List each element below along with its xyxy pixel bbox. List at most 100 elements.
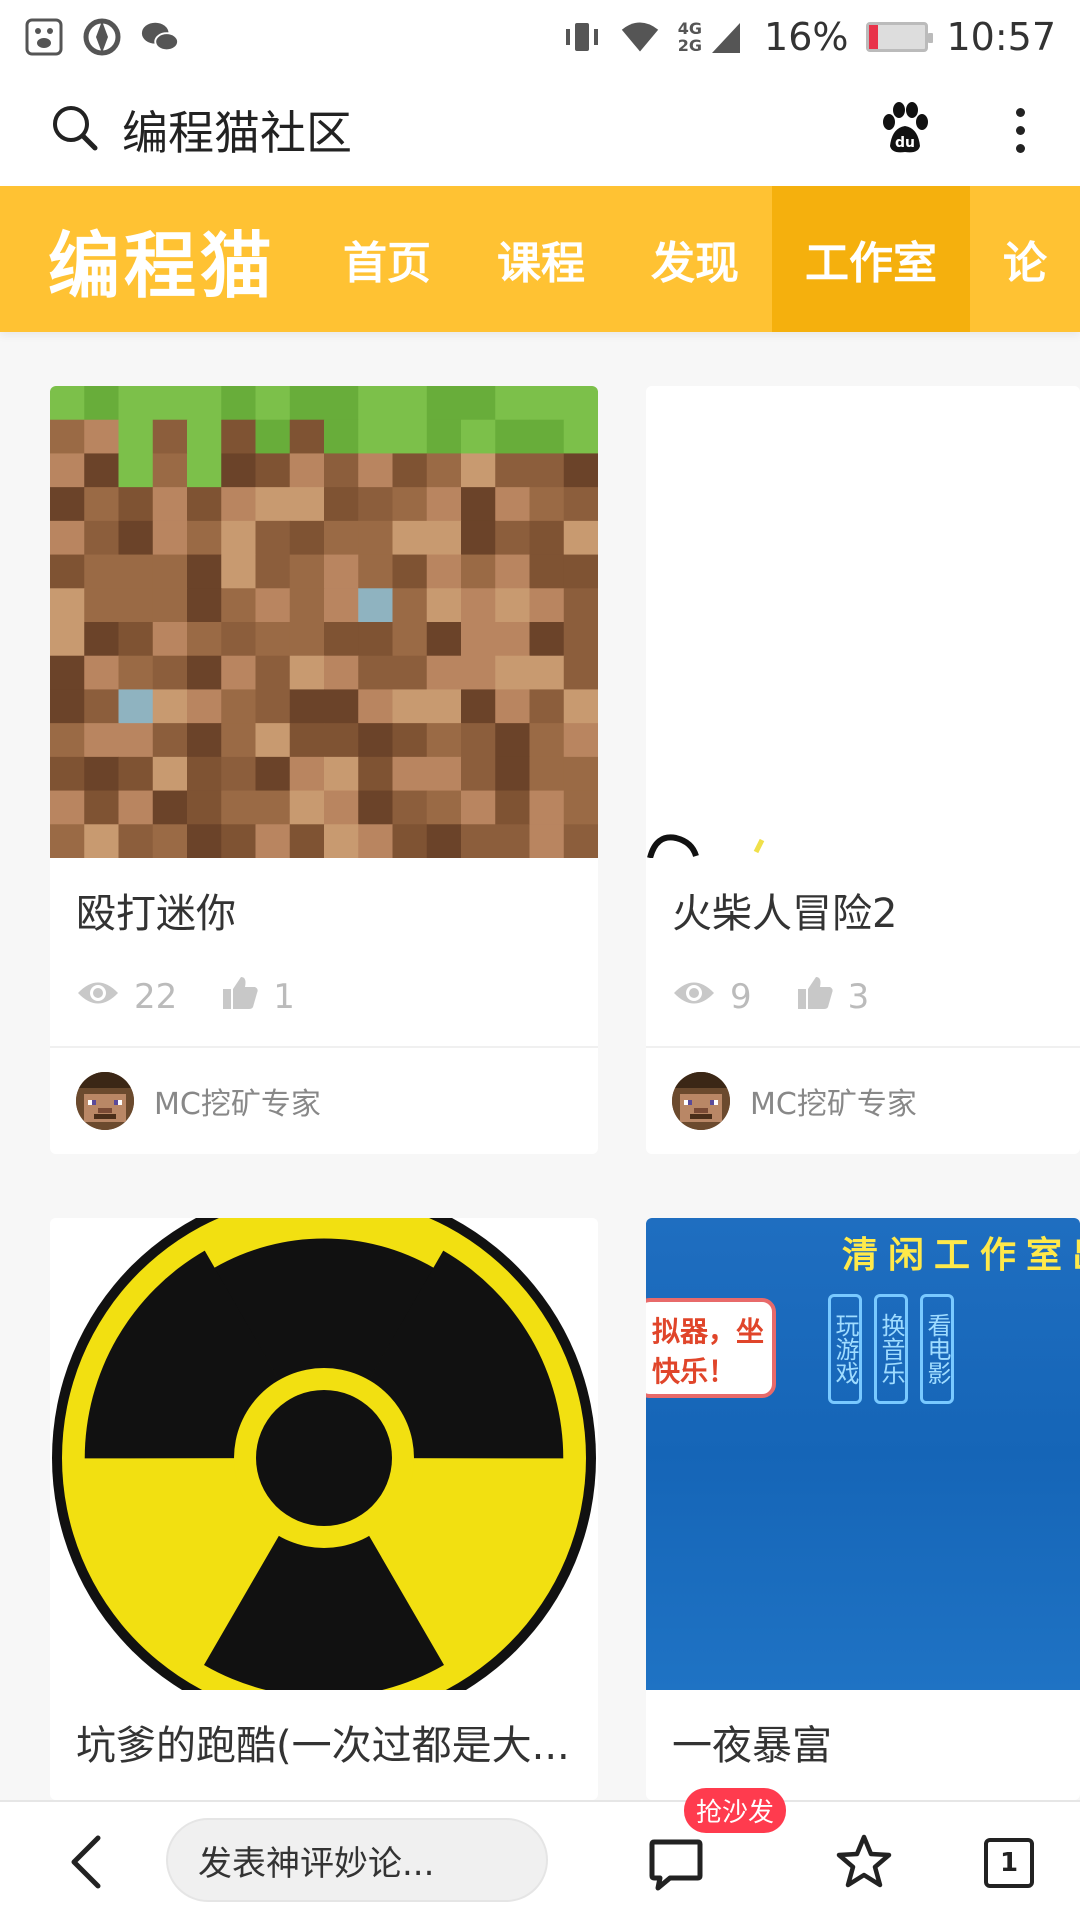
comment-input[interactable]: 发表神评妙论... bbox=[166, 1818, 548, 1902]
pixel-tile bbox=[426, 790, 462, 825]
pixel-tile bbox=[324, 790, 359, 825]
pixel-tile bbox=[461, 453, 496, 488]
search-icon[interactable] bbox=[50, 103, 100, 157]
pixel-tile bbox=[495, 756, 531, 792]
avatar[interactable] bbox=[76, 1072, 134, 1130]
back-icon[interactable] bbox=[66, 1834, 106, 1894]
pixel-tile bbox=[118, 386, 154, 421]
pixel-tile bbox=[563, 723, 598, 758]
tabs-count-button[interactable]: 1 bbox=[984, 1838, 1034, 1888]
pixel-tile bbox=[495, 386, 531, 421]
nav-home[interactable]: 首页 bbox=[310, 186, 464, 332]
work-title[interactable]: 坑爹的跑酷(一次过都是大... bbox=[50, 1690, 598, 1794]
author-name[interactable]: MC挖矿专家 bbox=[154, 1079, 321, 1123]
pixel-tile bbox=[426, 723, 462, 758]
pixel-tile bbox=[563, 756, 598, 792]
pixel-tile bbox=[84, 419, 120, 455]
more-menu-icon[interactable] bbox=[1010, 107, 1030, 153]
pixel-tile bbox=[187, 520, 222, 556]
pixel-tile bbox=[461, 554, 496, 589]
work-thumbnail[interactable] bbox=[646, 386, 1080, 858]
pixel-tile bbox=[221, 453, 257, 488]
pixel-tile bbox=[426, 689, 462, 724]
work-title[interactable]: 殴打迷你 bbox=[50, 858, 598, 962]
like-count: 3 bbox=[847, 977, 870, 1017]
work-card[interactable]: 殴打迷你 22 1 MC挖矿专家 bbox=[50, 386, 598, 1154]
comment-icon[interactable] bbox=[648, 1836, 704, 1896]
avatar[interactable] bbox=[672, 1072, 730, 1130]
nav-discover[interactable]: 发现 bbox=[618, 186, 772, 332]
pixel-tile bbox=[392, 655, 428, 691]
work-card[interactable]: 火柴人冒险2 9 3 MC挖矿专家 bbox=[646, 386, 1080, 1154]
author-row[interactable]: MC挖矿专家 bbox=[50, 1048, 598, 1154]
star-icon[interactable] bbox=[834, 1832, 894, 1896]
pixel-tile bbox=[324, 588, 359, 623]
pixel-tile bbox=[84, 520, 120, 556]
pixel-tile bbox=[255, 689, 291, 724]
pixel-tile bbox=[50, 824, 85, 858]
pixel-tile bbox=[84, 723, 120, 758]
pixel-tile bbox=[50, 588, 85, 623]
thumb-option-movie: 看电影 bbox=[920, 1294, 954, 1404]
eye-icon bbox=[672, 977, 716, 1017]
work-thumbnail[interactable] bbox=[50, 386, 598, 858]
author-row[interactable]: MC挖矿专家 bbox=[646, 1048, 1080, 1154]
pixel-tile bbox=[495, 622, 531, 657]
pixel-tile bbox=[152, 790, 188, 825]
pixel-tile bbox=[152, 554, 188, 589]
pixel-tile bbox=[152, 419, 188, 455]
author-name[interactable]: MC挖矿专家 bbox=[750, 1079, 917, 1123]
pixel-tile bbox=[152, 655, 188, 691]
pixel-tile bbox=[289, 588, 325, 623]
work-title[interactable]: 火柴人冒险2 bbox=[646, 858, 1080, 962]
baidu-app-icon bbox=[24, 17, 64, 57]
pixel-tile bbox=[358, 520, 394, 556]
work-card[interactable]: 清闲工作室出 拟器，坐 快乐！ 玩游戏 换音乐 看电影 一夜暴富 bbox=[646, 1218, 1080, 1800]
pixel-tile bbox=[495, 689, 531, 724]
pixel-tile bbox=[529, 487, 565, 522]
pixel-tile bbox=[255, 622, 291, 657]
pixel-tile bbox=[118, 419, 154, 455]
pixel-tile bbox=[152, 824, 188, 858]
pixel-tile bbox=[392, 756, 428, 792]
pixel-tile bbox=[84, 824, 120, 858]
search-query[interactable]: 编程猫社区 bbox=[122, 97, 352, 163]
site-logo[interactable]: 编程猫 bbox=[48, 207, 310, 312]
pixel-tile bbox=[187, 756, 222, 792]
work-title[interactable]: 一夜暴富 bbox=[646, 1690, 1080, 1794]
pixel-tile bbox=[426, 453, 462, 488]
pixel-tile bbox=[461, 419, 496, 455]
work-stats: 22 1 bbox=[50, 962, 598, 1032]
pixel-tile bbox=[84, 622, 120, 657]
pixel-tile bbox=[255, 723, 291, 758]
browser-search-bar[interactable]: 编程猫社区 du bbox=[0, 74, 1080, 186]
work-card[interactable]: 坑爹的跑酷(一次过都是大... bbox=[50, 1218, 598, 1800]
nav-courses[interactable]: 课程 bbox=[464, 186, 618, 332]
sofa-badge[interactable]: 抢沙发 bbox=[684, 1788, 787, 1833]
nav-studio[interactable]: 工作室 bbox=[772, 186, 970, 332]
pixel-tile bbox=[118, 689, 154, 724]
pixel-tile bbox=[84, 689, 120, 724]
nav-forum[interactable]: 论 bbox=[970, 186, 1080, 332]
pixel-tile bbox=[563, 622, 598, 657]
pixel-tile bbox=[529, 723, 565, 758]
pixel-tile bbox=[461, 386, 496, 421]
work-thumbnail[interactable]: 清闲工作室出 拟器，坐 快乐！ 玩游戏 换音乐 看电影 bbox=[646, 1218, 1080, 1690]
pixel-tile bbox=[563, 824, 598, 858]
pixel-tile bbox=[563, 790, 598, 825]
pixel-tile bbox=[529, 622, 565, 657]
battery-percent: 16% bbox=[764, 15, 849, 59]
baidu-paw-icon[interactable]: du bbox=[880, 102, 930, 158]
status-bar: 4G 2G 16% 10:57 bbox=[0, 0, 1080, 74]
work-thumbnail[interactable] bbox=[50, 1218, 598, 1690]
pixel-tile bbox=[255, 655, 291, 691]
pixel-tile bbox=[392, 689, 428, 724]
pixel-tile bbox=[529, 790, 565, 825]
pixel-tile bbox=[495, 723, 531, 758]
pixel-tile bbox=[324, 520, 359, 556]
pixel-tile bbox=[84, 655, 120, 691]
pixel-tile bbox=[50, 756, 85, 792]
pixel-tile bbox=[187, 386, 222, 421]
pixel-tile bbox=[324, 453, 359, 488]
pixel-tile bbox=[426, 756, 462, 792]
